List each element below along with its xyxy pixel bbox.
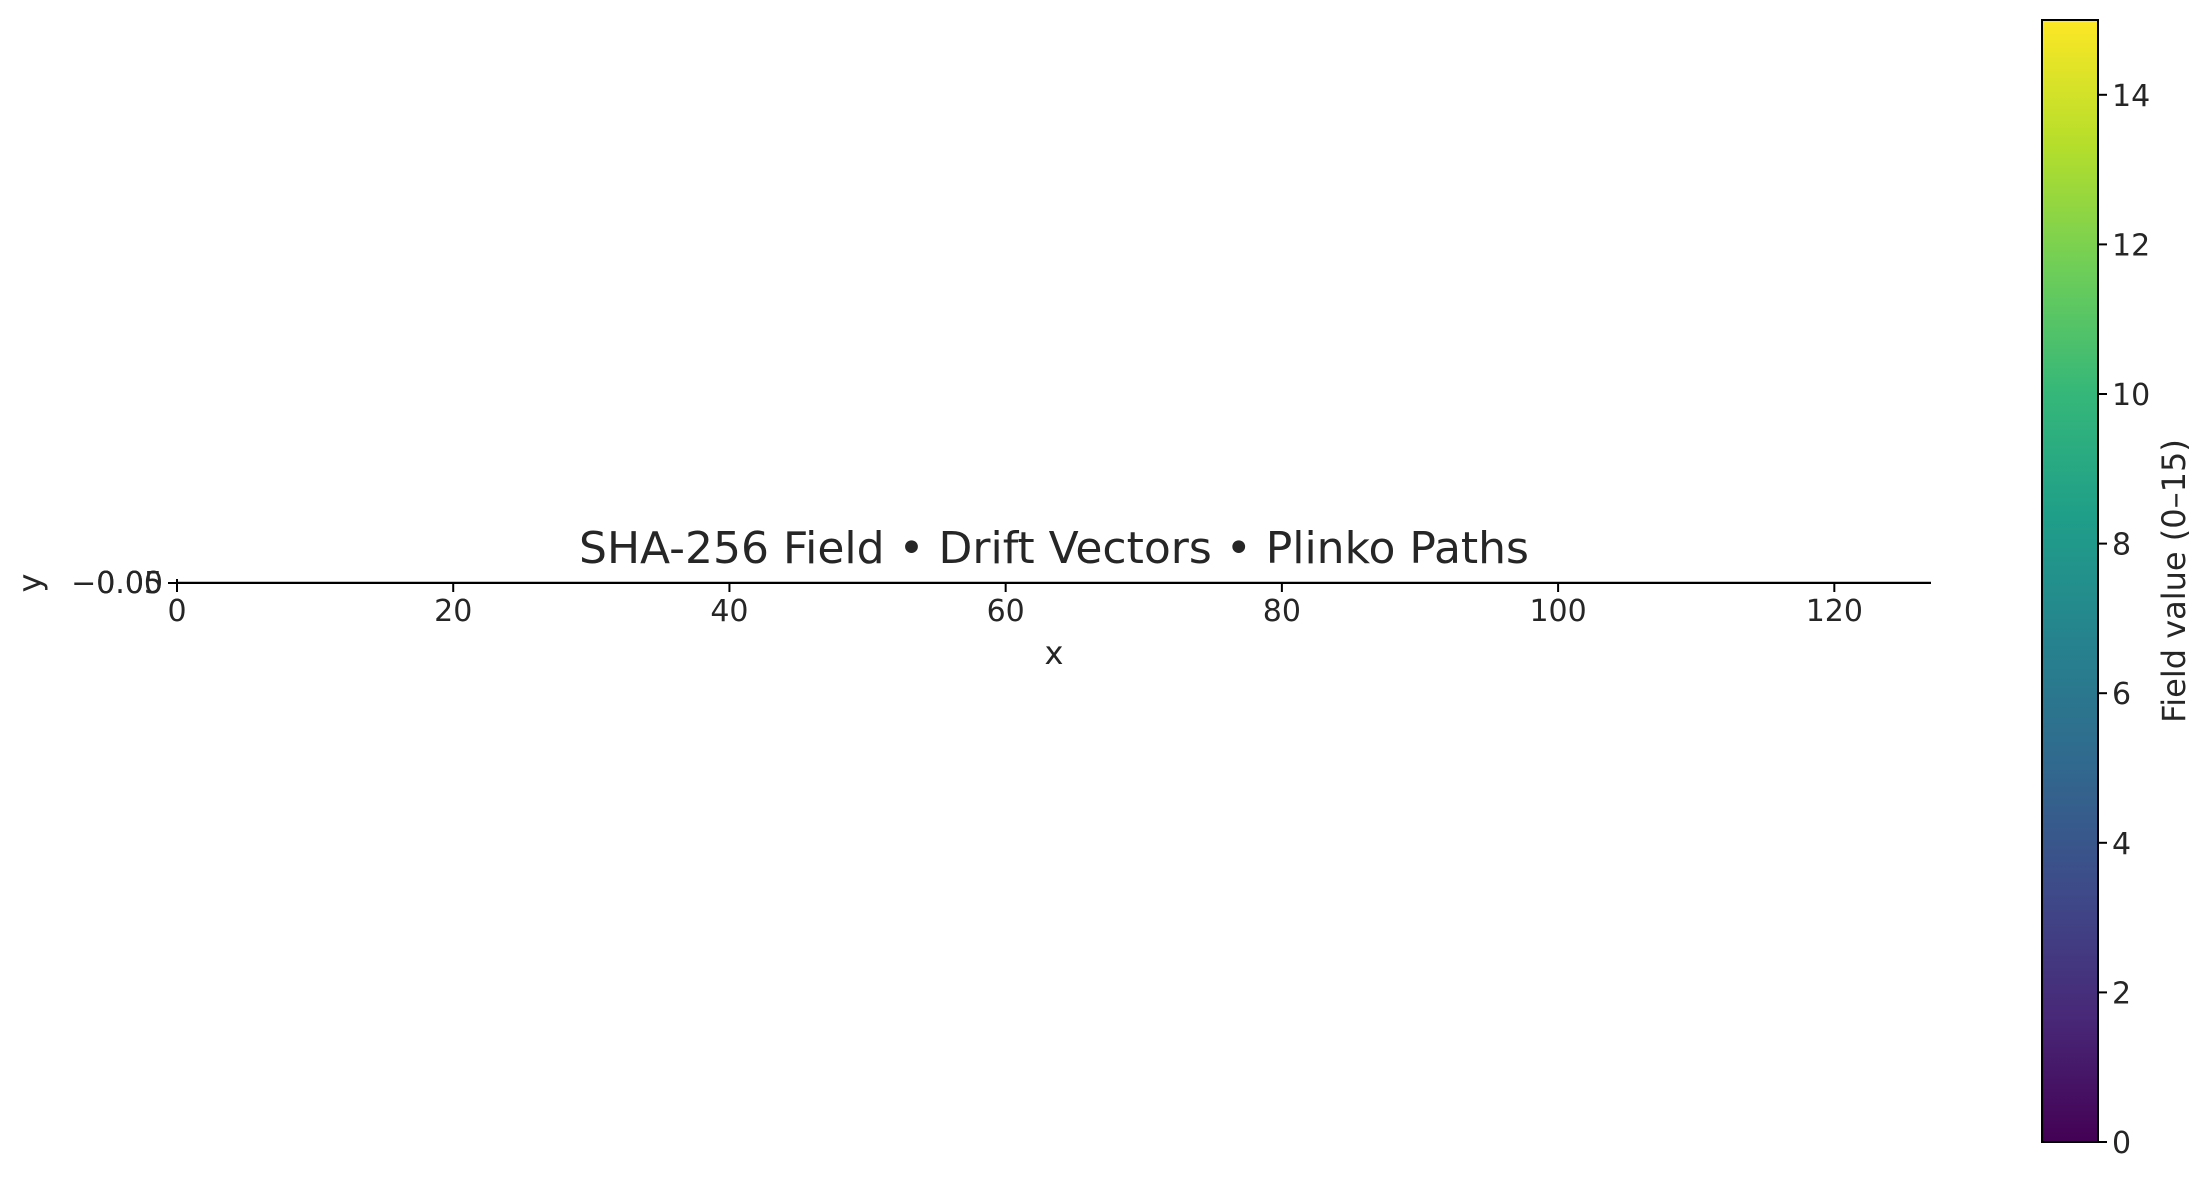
colorbar-fill bbox=[2042, 20, 2098, 1142]
colorbar-label: Field value (0–15) bbox=[2155, 439, 2193, 723]
chart-title: SHA-256 Field • Drift Vectors • Plinko P… bbox=[579, 523, 1529, 574]
x-tick-label: 80 bbox=[1263, 594, 1301, 629]
x-tick-label: 100 bbox=[1529, 594, 1586, 629]
y-tick-label: 0.00 bbox=[96, 566, 163, 601]
colorbar-tick-label: 10 bbox=[2112, 378, 2150, 413]
colorbar-tick-label: 4 bbox=[2112, 827, 2131, 862]
chart-svg: SHA-256 Field • Drift Vectors • Plinko P… bbox=[11, 19, 2193, 1161]
colorbar-tick-label: 2 bbox=[2112, 976, 2131, 1011]
x-tick-label: 60 bbox=[987, 594, 1025, 629]
x-tick-label: 120 bbox=[1806, 594, 1863, 629]
colorbar-ticks: 0 2 4 6 8 10 12 14 bbox=[2098, 79, 2150, 1161]
colorbar-tick-label: 12 bbox=[2112, 228, 2150, 263]
colorbar: 0 2 4 6 8 10 12 14 Field value (0–15) bbox=[2041, 19, 2193, 1161]
colorbar-tick-label: 0 bbox=[2112, 1126, 2131, 1161]
x-tick-label: 20 bbox=[434, 594, 472, 629]
x-tick-label: 0 bbox=[167, 594, 186, 629]
x-ticks: 0 20 40 60 80 100 120 bbox=[167, 583, 1863, 629]
colorbar-tick-label: 6 bbox=[2112, 677, 2131, 712]
x-axis-label: x bbox=[1045, 634, 1064, 672]
y-axis-label: y bbox=[11, 574, 49, 593]
y-ticks: −0.050.00 bbox=[71, 566, 177, 601]
colorbar-tick-label: 14 bbox=[2112, 79, 2150, 114]
colorbar-tick-label: 8 bbox=[2112, 528, 2131, 563]
plot-area: 0 20 40 60 80 100 120 −0.050.00 bbox=[71, 566, 1931, 629]
chart-root: SHA-256 Field • Drift Vectors • Plinko P… bbox=[0, 0, 2204, 1180]
x-tick-label: 40 bbox=[710, 594, 748, 629]
